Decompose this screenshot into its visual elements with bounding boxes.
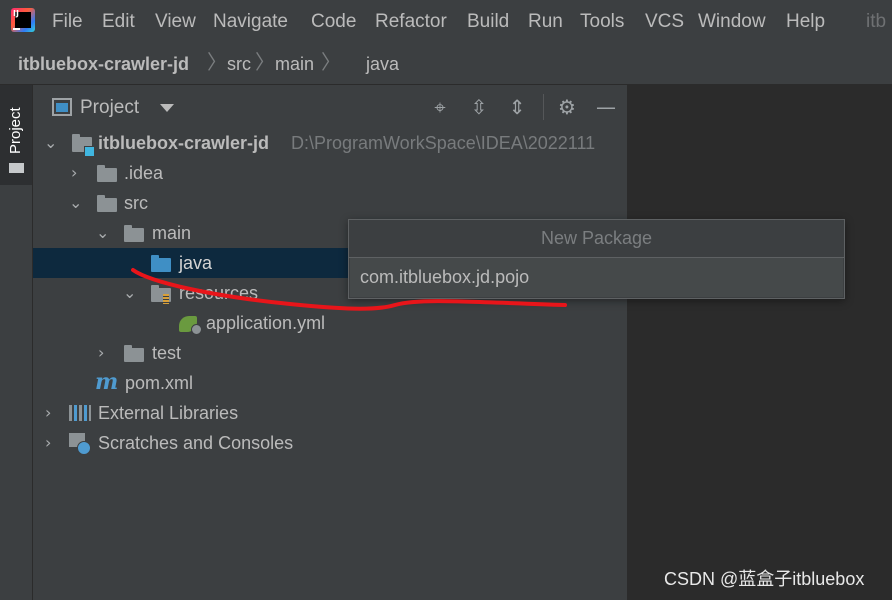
tree-row-test[interactable]: › test [33,338,626,368]
resources-badge-icon [163,294,169,304]
chevron-right-icon[interactable]: › [71,164,77,182]
library-icon [69,405,91,421]
menu-edit[interactable]: Edit [102,11,135,33]
settings-icon[interactable]: ⚙ [555,95,579,119]
scratch-badge-icon [77,441,91,455]
tree-item-label: pom.xml [125,373,194,393]
folder-icon[interactable] [9,163,24,173]
folder-icon [124,345,144,362]
chevron-down-icon[interactable]: ⌄ [96,224,109,242]
collapse-all-icon[interactable]: ⇕ [505,95,529,119]
menu-build[interactable]: Build [467,11,509,33]
intellij-logo-icon[interactable]: IJ [11,8,35,32]
maven-icon: m [95,369,119,395]
package-name-input[interactable] [350,258,843,297]
source-folder-icon [151,255,171,272]
menu-vcs[interactable]: VCS [645,11,684,33]
project-view-icon [52,98,72,116]
breadcrumb-src[interactable]: src [227,54,251,75]
logo-text: IJ [13,9,19,18]
menu-window[interactable]: Window [698,11,766,33]
menu-bar: IJ File Edit View Navigate Code Refactor… [0,0,892,44]
chevron-down-icon[interactable]: ⌄ [69,194,82,212]
root-module-path: D:\ProgramWorkSpace\IDEA\2022111 [291,133,596,153]
root-module-label: itbluebox-crawler-jd [98,133,270,153]
breadcrumb-java[interactable]: java [366,54,399,75]
breadcrumb-separator-icon: 〉 [255,52,275,74]
tree-row-application-yml[interactable]: application.yml [33,308,626,338]
tree-item-label: test [152,343,182,363]
window-title: itb [866,11,887,32]
gear-icon [191,324,202,335]
menu-code[interactable]: Code [311,11,356,33]
breadcrumb-main[interactable]: main [275,54,314,75]
expand-all-icon[interactable]: ⇳ [467,95,491,119]
menu-file[interactable]: File [52,11,83,33]
tree-item-label: application.yml [206,313,326,333]
folder-icon [97,165,117,182]
tree-item-label: resources [179,283,259,303]
tree-item-label: .idea [124,163,164,183]
breadcrumb-separator-icon: 〉 [321,52,341,74]
menu-help[interactable]: Help [786,11,825,33]
breadcrumb-separator-icon: 〉 [207,52,227,74]
chevron-down-icon[interactable]: ⌄ [44,134,57,152]
menu-refactor[interactable]: Refactor [375,11,447,33]
folder-icon [97,195,117,212]
folder-icon [124,225,144,242]
chevron-right-icon[interactable]: › [45,434,51,452]
tree-item-label: src [124,193,148,213]
tree-item-label: External Libraries [98,403,239,423]
chevron-down-icon[interactable]: ⌄ [123,284,136,302]
csdn-watermark: CSDN @蓝盒子itbluebox [664,569,865,589]
tree-row-idea[interactable]: › .idea [33,158,626,188]
tree-row-external-libraries[interactable]: › External Libraries [33,398,626,428]
module-badge-icon [84,146,95,157]
chevron-right-icon[interactable]: › [98,344,104,362]
breadcrumb: itbluebox-crawler-jd 〉 src 〉 main 〉 java [0,44,892,115]
tree-row-root[interactable]: ⌄ itbluebox-crawler-jd D:\ProgramWorkSpa… [33,128,626,158]
menu-tools[interactable]: Tools [580,11,624,33]
new-package-popup: New Package [348,219,845,299]
chevron-right-icon[interactable]: › [45,404,51,422]
tree-row-pom[interactable]: m pom.xml [33,368,626,398]
minimize-icon[interactable]: — [594,95,618,119]
menu-navigate[interactable]: Navigate [213,11,288,33]
tree-item-label: java [179,253,213,273]
menu-run[interactable]: Run [528,11,563,33]
tree-item-label: Scratches and Consoles [98,433,294,453]
breadcrumb-project[interactable]: itbluebox-crawler-jd [18,54,189,75]
tree-item-label: main [152,223,192,243]
popup-title: New Package [349,220,844,258]
chevron-down-icon[interactable] [160,104,174,112]
project-tool-tab-label[interactable]: Project [7,107,24,154]
locate-icon[interactable]: ⌖ [428,95,452,119]
tree-row-scratches[interactable]: › Scratches and Consoles [33,428,626,458]
menu-view[interactable]: View [155,11,196,33]
header-divider [543,94,544,120]
editor-area [627,85,892,600]
tree-row-src[interactable]: ⌄ src [33,188,626,218]
project-panel-title[interactable]: Project [80,97,139,119]
